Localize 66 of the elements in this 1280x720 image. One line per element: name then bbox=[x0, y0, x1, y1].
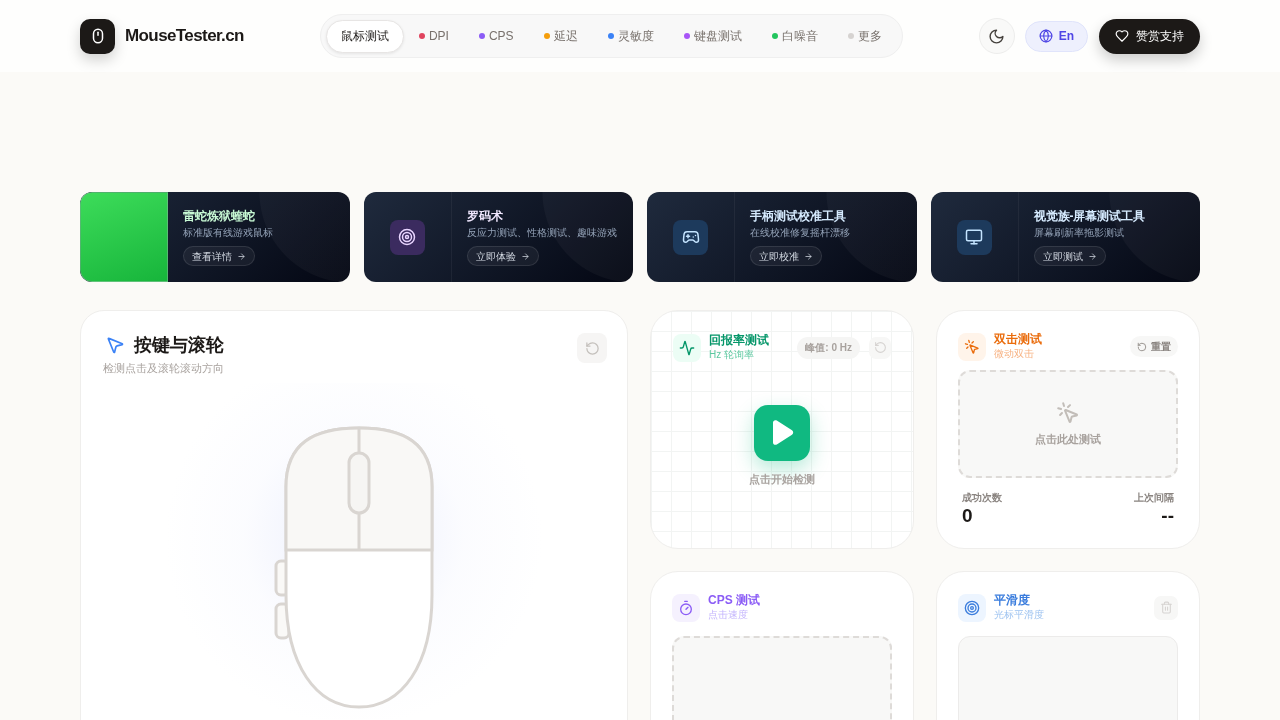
timer-icon bbox=[672, 593, 700, 622]
arrow-right-icon bbox=[520, 251, 530, 261]
promo-title: 手柄测试校准工具 bbox=[750, 208, 846, 224]
promo-subtitle: 在线校准修复摇杆漂移 bbox=[750, 226, 850, 240]
nav-tab[interactable]: 延迟 bbox=[528, 19, 593, 53]
card-title: CPS 测试 bbox=[708, 593, 760, 608]
promo-link-button[interactable]: 立即体验 bbox=[466, 246, 539, 266]
language-button[interactable]: En bbox=[1024, 20, 1088, 52]
nav-tab[interactable]: 更多 bbox=[832, 19, 897, 53]
start-label: 点击开始检测 bbox=[749, 471, 815, 487]
promo-subtitle: 标准版有线游戏鼠标 bbox=[183, 226, 273, 240]
delete-button[interactable] bbox=[1154, 595, 1178, 620]
target-icon bbox=[389, 219, 425, 255]
card-subtitle: 微动双击 bbox=[994, 347, 1035, 361]
stat-label: 成功次数 bbox=[962, 491, 1002, 504]
card-title: 平滑度 bbox=[994, 593, 1031, 608]
stat-value: 0 bbox=[962, 505, 973, 527]
nav-tab[interactable]: 灵敏度 bbox=[592, 19, 669, 53]
heart-icon bbox=[1115, 29, 1129, 43]
arrow-right-icon bbox=[1087, 251, 1097, 261]
promo-link-button[interactable]: 立即校准 bbox=[750, 246, 822, 266]
cursor-click-icon bbox=[1056, 400, 1080, 425]
arrow-right-icon bbox=[804, 251, 813, 261]
logo-text: MouseTester.cn bbox=[125, 25, 244, 48]
trash-icon bbox=[1159, 601, 1173, 614]
nav-tab[interactable]: CPS bbox=[463, 19, 529, 53]
card-title: 双击测试 bbox=[994, 332, 1042, 347]
gamepad-icon bbox=[673, 219, 708, 255]
promo-subtitle: 反应力测试、性格测试、趣味游戏 bbox=[466, 226, 617, 240]
globe-icon bbox=[1038, 29, 1053, 43]
nav-tab[interactable]: 键盘测试 bbox=[668, 19, 757, 53]
stat-label: 上次间隔 bbox=[1134, 491, 1174, 504]
card-subtitle: 光标平滑度 bbox=[994, 608, 1044, 622]
monitor-icon bbox=[956, 219, 992, 255]
reset-button[interactable] bbox=[577, 333, 607, 363]
reset-button[interactable] bbox=[869, 336, 891, 359]
card-title: 按键与滚轮 bbox=[134, 334, 224, 357]
promo-title: 罗码术 bbox=[466, 208, 503, 224]
rotate-icon bbox=[584, 340, 600, 356]
moon-icon bbox=[988, 27, 1006, 45]
card-subtitle: 检测点击及滚轮滚动方向 bbox=[103, 361, 224, 376]
promo-link-button[interactable]: 立即测试 bbox=[1033, 246, 1106, 266]
arrow-right-icon bbox=[237, 251, 246, 261]
nav-tab[interactable]: 鼠标测试 bbox=[325, 19, 404, 53]
activity-icon bbox=[673, 333, 701, 362]
peak-badge: 峰值: 0 Hz bbox=[797, 336, 860, 359]
support-button[interactable]: 赞赏支持 bbox=[1099, 18, 1200, 54]
promo-link-button[interactable]: 查看详情 bbox=[183, 246, 255, 266]
card-subtitle: Hz 轮询率 bbox=[709, 348, 755, 362]
card-title: 回报率测试 bbox=[709, 333, 769, 348]
promo-subtitle: 屏幕刷新率拖影测试 bbox=[1033, 226, 1124, 240]
promo-title: 视觉族-屏幕测试工具 bbox=[1033, 208, 1146, 224]
reset-button[interactable]: 重置 bbox=[1130, 336, 1178, 357]
cursor-click-icon bbox=[958, 332, 986, 361]
rotate-icon bbox=[873, 341, 887, 354]
nav-tab[interactable]: DPI bbox=[403, 19, 464, 53]
card-subtitle: 点击速度 bbox=[708, 608, 749, 622]
target-icon bbox=[958, 593, 986, 622]
promo-title: 雷蛇炼狱蝰蛇 bbox=[183, 208, 255, 224]
theme-toggle-button[interactable] bbox=[978, 18, 1015, 54]
nav-tab[interactable]: 白噪音 bbox=[756, 19, 833, 53]
start-button[interactable] bbox=[754, 404, 810, 461]
stat-value: -- bbox=[1161, 505, 1174, 527]
cursor-icon bbox=[105, 335, 125, 355]
logo-icon bbox=[80, 18, 115, 54]
rotate-icon bbox=[1137, 341, 1147, 352]
